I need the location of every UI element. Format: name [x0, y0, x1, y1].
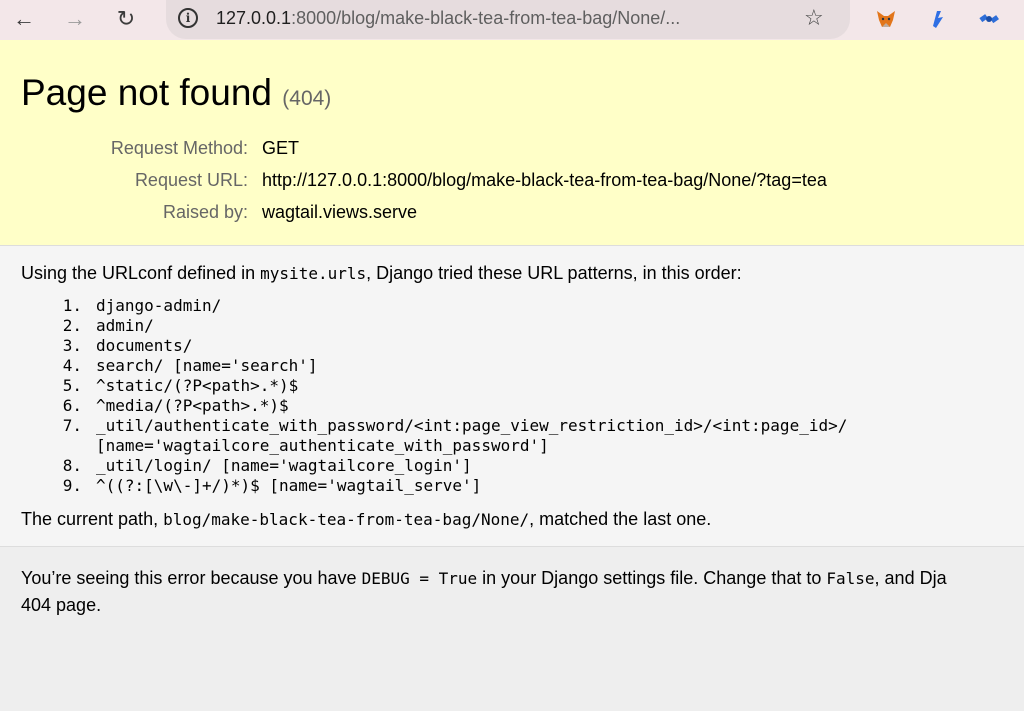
pattern-number: 3. — [62, 336, 82, 355]
intro-text-end: , Django tried these URL patterns, in th… — [366, 263, 742, 283]
url-path: :8000/blog/make-black-tea-from-tea-bag/N… — [291, 8, 681, 28]
explanation-text: You’re seeing this error because you hav… — [21, 565, 1024, 619]
pattern-text: search/ [name='search'] — [96, 356, 318, 375]
url-host: 127.0.0.1 — [216, 8, 292, 28]
meta-row: Request Method: GET — [0, 138, 1024, 170]
back-arrow-icon[interactable]: ← — [8, 4, 40, 34]
extension-bird-icon[interactable] — [926, 7, 950, 31]
extension-satellite-icon[interactable] — [977, 7, 1001, 31]
url-pattern-list: 1. django-admin/ 2. admin/ 3. documents/ 4.… — [58, 296, 848, 496]
pattern-text: _util/authenticate_with_password/<int:pa… — [96, 416, 848, 455]
meta-key: Request Method: — [110, 138, 248, 158]
browser-toolbar: ← → ↻ i 127.0.0.1:8000/blog/make-black-t… — [0, 0, 1024, 40]
pattern-number: 9. — [62, 476, 82, 495]
pattern-number: 8. — [62, 456, 82, 475]
site-info-icon[interactable]: i — [178, 8, 198, 28]
current-path-note: The current path, blog/make-black-tea-fr… — [21, 509, 711, 530]
meta-value: wagtail.views.serve — [262, 202, 418, 222]
pattern-text: ^((?:[\w\-]+/)*)$ [name='wagtail_serve'] — [96, 476, 482, 495]
pattern-text: admin/ — [96, 316, 154, 335]
pattern-text: _util/login/ [name='wagtailcore_login'] — [96, 456, 472, 475]
url-pattern: 6. ^media/(?P<path>.*)$ — [58, 396, 847, 416]
explanation-part: You’re seeing this error because you hav… — [21, 568, 362, 588]
page-title: Page not found (404) — [21, 72, 331, 114]
debug-setting: DEBUG = True — [361, 569, 478, 588]
pattern-text: documents/ — [96, 336, 193, 355]
url-pattern: 5. ^static/(?P<path>.*)$ — [58, 376, 847, 396]
explanation-part: , and Dja — [874, 568, 947, 588]
title-text: Page not found — [21, 72, 272, 113]
urlconf-intro: Using the URLconf defined in mysite.urls… — [21, 263, 742, 284]
false-value: False — [826, 569, 875, 588]
url-text[interactable]: 127.0.0.1:8000/blog/make-black-tea-from-… — [216, 8, 680, 29]
meta-value: http://127.0.0.1:8000/blog/make-black-te… — [262, 170, 827, 190]
metamask-fox-icon[interactable] — [874, 7, 898, 31]
pattern-number: 6. — [62, 396, 82, 415]
meta-key: Raised by: — [162, 202, 248, 222]
url-pattern: 3. documents/ — [58, 336, 847, 356]
url-pattern: 9. ^((?:[\w\-]+/)*)$ [name='wagtail_serve… — [58, 476, 847, 496]
pattern-text: ^static/(?P<path>.*)$ — [96, 376, 299, 395]
url-pattern: 8. _util/login/ [name='wagtailcore_login'… — [58, 456, 847, 476]
current-text: The current path, — [21, 509, 164, 529]
address-bar[interactable]: i 127.0.0.1:8000/blog/make-black-tea-fro… — [166, 0, 850, 39]
pattern-number: 4. — [62, 356, 82, 375]
url-pattern: 4. search/ [name='search'] — [58, 356, 847, 376]
intro-text: Using the URLconf defined in — [21, 263, 261, 283]
urlconf-module: mysite.urls — [260, 264, 367, 283]
pattern-number: 5. — [62, 376, 82, 395]
pattern-number: 2. — [62, 316, 82, 335]
explanation-section: You’re seeing this error because you hav… — [0, 547, 1024, 711]
urlconf-info-section: Using the URLconf defined in mysite.urls… — [0, 246, 1024, 547]
pattern-number: 1. — [62, 296, 82, 315]
explanation-line2: 404 page. — [21, 595, 102, 615]
url-pattern: 2. admin/ — [58, 316, 847, 336]
meta-key: Request URL: — [134, 170, 248, 190]
explanation-part: in your Django settings file. Change tha… — [477, 568, 827, 588]
current-path: blog/make-black-tea-from-tea-bag/None/ — [163, 510, 530, 529]
url-pattern: 7. _util/authenticate_with_password/<int:… — [58, 416, 848, 456]
status-code: (404) — [282, 87, 332, 110]
forward-arrow-icon[interactable]: → — [59, 4, 91, 34]
meta-value: GET — [262, 138, 300, 158]
reload-icon[interactable]: ↻ — [110, 4, 142, 34]
bookmark-star-icon[interactable]: ☆ — [804, 5, 824, 31]
meta-row: Raised by: wagtail.views.serve — [0, 202, 1024, 234]
pattern-text: ^media/(?P<path>.*)$ — [96, 396, 289, 415]
summary-section: Page not found (404) Request Method: GET… — [0, 40, 1024, 246]
pattern-text: django-admin/ — [96, 296, 222, 315]
current-text-end: , matched the last one. — [529, 509, 712, 529]
pattern-number: 7. — [62, 416, 82, 435]
request-meta-table: Request Method: GET Request URL: http://… — [0, 138, 1024, 234]
meta-row: Request URL: http://127.0.0.1:8000/blog/… — [0, 170, 1024, 202]
url-pattern: 1. django-admin/ — [58, 296, 847, 316]
